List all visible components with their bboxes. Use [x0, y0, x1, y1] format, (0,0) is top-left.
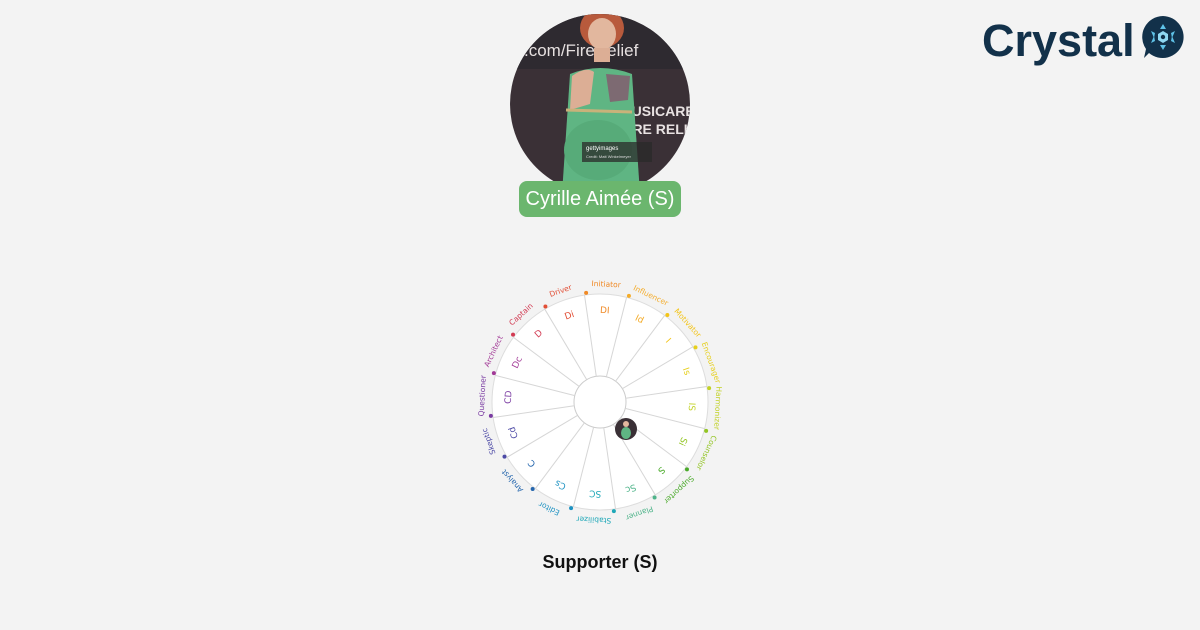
wheel-outer-label: Editor — [536, 499, 561, 517]
wheel-arrow-marker — [584, 290, 589, 295]
wheel-arrow-marker — [488, 413, 493, 418]
wheel-outer-label: Harmonizer — [712, 386, 723, 431]
backdrop-text: .com/FireRelief — [524, 41, 639, 60]
wheel-arrow-marker — [707, 386, 712, 391]
logo-wordmark: Crystal — [982, 15, 1135, 66]
wheel-arrow-marker — [684, 467, 689, 472]
profile-photo: .com/FireRelief MUSICARE FIRE RELI getty… — [510, 14, 690, 194]
wheel-arrow-marker — [530, 486, 535, 491]
wheel-inner-label: CD — [504, 390, 515, 404]
wheel-outer-label: Driver — [548, 282, 574, 298]
wheel-inner-label: SC — [589, 488, 602, 499]
wheel-arrow-marker — [665, 313, 670, 318]
wheel-outer-label: Stabilizer — [575, 514, 611, 525]
profile-marker — [615, 418, 637, 440]
wheel-arrow-marker — [543, 304, 548, 309]
photo-credit: Credit: Matt Winkelmeyer — [586, 154, 632, 159]
wheel-arrow-marker — [611, 509, 616, 514]
disc-personality-wheel: DIIdIIsISSiSScSCCsCCdCDDcDDi Initiator In… — [477, 279, 724, 525]
profile-name-badge: Cyrille Aimée (S) — [519, 181, 681, 217]
crystal-logo-icon — [1142, 16, 1184, 58]
wheel-arrow-marker — [569, 506, 574, 511]
wheel-center — [573, 375, 627, 429]
wheel-outer-label: Questioner — [477, 374, 488, 417]
wheel-outer-label: Skeptic — [480, 427, 498, 456]
wheel-arrow-marker — [511, 332, 516, 337]
wheel-inner-label: DI — [600, 306, 610, 316]
crystal-logo[interactable]: Crystal — [982, 14, 1186, 70]
wheel-arrow-marker — [704, 428, 709, 433]
wheel-arrow-marker — [491, 371, 496, 376]
wheel-arrow-marker — [626, 293, 631, 298]
personality-type-label: Supporter (S) — [542, 552, 658, 572]
wheel-outer-label: Initiator — [591, 279, 622, 290]
wheel-arrow-marker — [693, 345, 698, 350]
wheel-outer-label: Planner — [624, 504, 655, 522]
wheel-arrow-marker — [652, 495, 657, 500]
wheel-arrow-marker — [502, 454, 507, 459]
photo-watermark: gettyimages — [586, 146, 618, 152]
wheel-inner-label: IS — [686, 402, 696, 411]
